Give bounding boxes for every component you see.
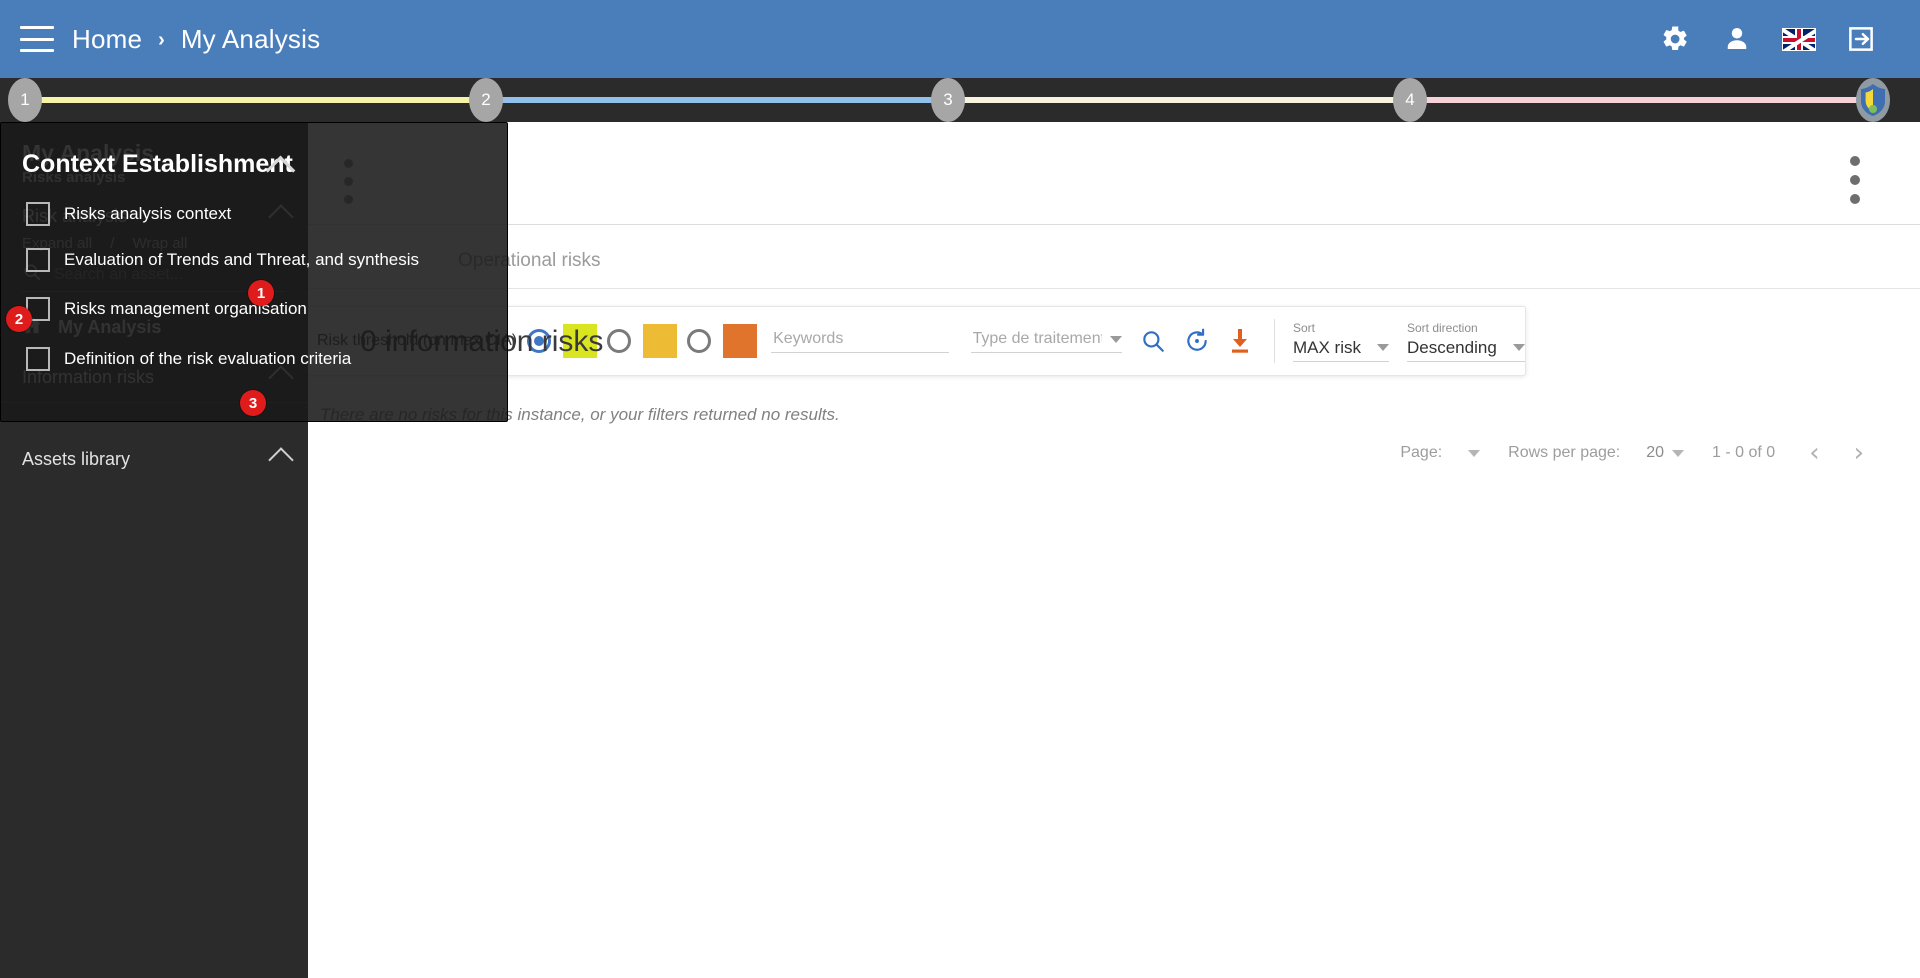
popup-item-label: Definition of the risk evaluation criter… [64,349,352,368]
chevron-down-icon[interactable] [1468,449,1481,457]
sort-value: MAX risk [1293,337,1361,357]
shield-icon [1858,83,1888,117]
toolbar-divider [308,224,1920,225]
gear-icon[interactable] [1658,22,1692,56]
chevron-down-icon[interactable] [1377,344,1389,351]
popup-title: Context Establishment [22,150,293,178]
sort-direction-select[interactable]: Descending [1407,338,1525,362]
uk-flag-icon[interactable] [1782,22,1816,56]
workflow-stepper: 1 2 3 4 [0,78,1920,122]
chevron-right-icon: › [158,28,165,51]
popup-item-label: Risks management organisation [64,299,307,318]
sort-direction-field[interactable]: Sort direction Descending [1407,321,1525,362]
app-header: Home › My Analysis [0,0,1920,78]
chevron-up-icon [268,446,294,473]
header-actions [1658,22,1878,56]
keywords-input[interactable] [771,329,953,349]
reset-history-icon[interactable] [1184,328,1210,354]
breadcrumb-home[interactable]: Home [72,24,142,55]
treatment-type-field[interactable] [970,329,1123,353]
page-selector[interactable]: Page: [1400,444,1481,462]
chevron-right-icon[interactable]: › [1854,440,1864,466]
popup-item-evaluation-trends-threat[interactable]: Evaluation of Trends and Threat, and syn… [26,248,419,272]
chevron-down-icon[interactable] [1672,449,1685,457]
popup-item-definition-risk-evaluation-criteria[interactable]: Definition of the risk evaluation criter… [26,347,351,371]
risk-threshold-radio-2[interactable] [607,329,632,353]
hamburger-menu-icon[interactable] [20,26,54,52]
annotation-badge-2: 2 [6,306,32,332]
risk-threshold-radio-3[interactable] [687,329,712,353]
rows-per-page-selector[interactable]: Rows per page: 20 [1508,444,1685,462]
stepper-step-1[interactable]: 1 [8,78,42,122]
toolbar-separator [1274,319,1275,363]
keywords-field[interactable] [771,329,953,353]
main-panel: Operational risks Risk threshold (on max… [308,122,1920,978]
more-vertical-icon[interactable] [1850,156,1860,204]
risk-color-swatch-3 [723,324,758,358]
context-establishment-popup: Context Establishment Risks analysis con… [0,122,508,422]
checkbox[interactable] [26,347,50,371]
download-icon[interactable] [1228,328,1252,354]
logout-icon[interactable] [1844,22,1878,56]
sort-direction-caption: Sort direction [1407,320,1478,335]
annotation-badge-3: 3 [240,390,266,416]
risk-color-swatch-2 [643,324,678,358]
stepper-step-1-label: 1 [20,90,30,109]
stepper-connector-3 [948,97,1410,103]
sort-caption: Sort [1293,320,1316,335]
annotation-badge-1: 1 [248,280,274,306]
stepper-step-3-label: 3 [943,90,953,109]
sort-select[interactable]: MAX risk [1293,338,1389,362]
sort-direction-value: Descending [1407,337,1497,357]
chevron-down-icon[interactable] [1110,335,1123,343]
checkbox[interactable] [26,202,50,226]
popup-item-risks-analysis-context[interactable]: Risks analysis context [26,202,231,226]
page-label: Page: [1400,444,1443,461]
chevron-down-icon[interactable] [1513,344,1525,351]
stepper-connector-1 [28,97,486,103]
stepper-step-5[interactable] [1856,78,1890,122]
stepper-step-4-label: 4 [1405,90,1415,109]
rows-per-page-value: 20 [1646,444,1665,461]
popup-item-label: Evaluation of Trends and Threat, and syn… [64,250,420,269]
checkbox[interactable] [26,248,50,272]
stepper-connector-4 [1410,97,1870,103]
chevron-left-icon[interactable]: ‹ [1809,440,1819,466]
pagination-range: 1 - 0 of 0 [1712,444,1776,461]
stepper-step-4[interactable]: 4 [1393,78,1427,122]
treatment-type-input[interactable] [970,329,1105,349]
stepper-step-3[interactable]: 3 [931,78,965,122]
rows-per-page-label: Rows per page: [1508,444,1621,461]
sidebar-section-assets-library[interactable]: Assets library [0,446,308,473]
search-icon[interactable] [1140,328,1166,354]
stepper-connector-2 [486,97,948,103]
breadcrumb-current[interactable]: My Analysis [181,24,320,55]
stepper-step-2[interactable]: 2 [469,78,503,122]
user-icon[interactable] [1720,22,1754,56]
popup-item-label: Risks analysis context [64,204,232,223]
sidebar-section-assets-library-label: Assets library [22,449,131,469]
pagination: Page: Rows per page: 20 1 - 0 of 0 ‹ › [1372,440,1864,466]
tab-underline [308,288,1920,289]
stepper-step-2-label: 2 [481,90,491,109]
sort-field[interactable]: Sort MAX risk [1293,321,1389,362]
